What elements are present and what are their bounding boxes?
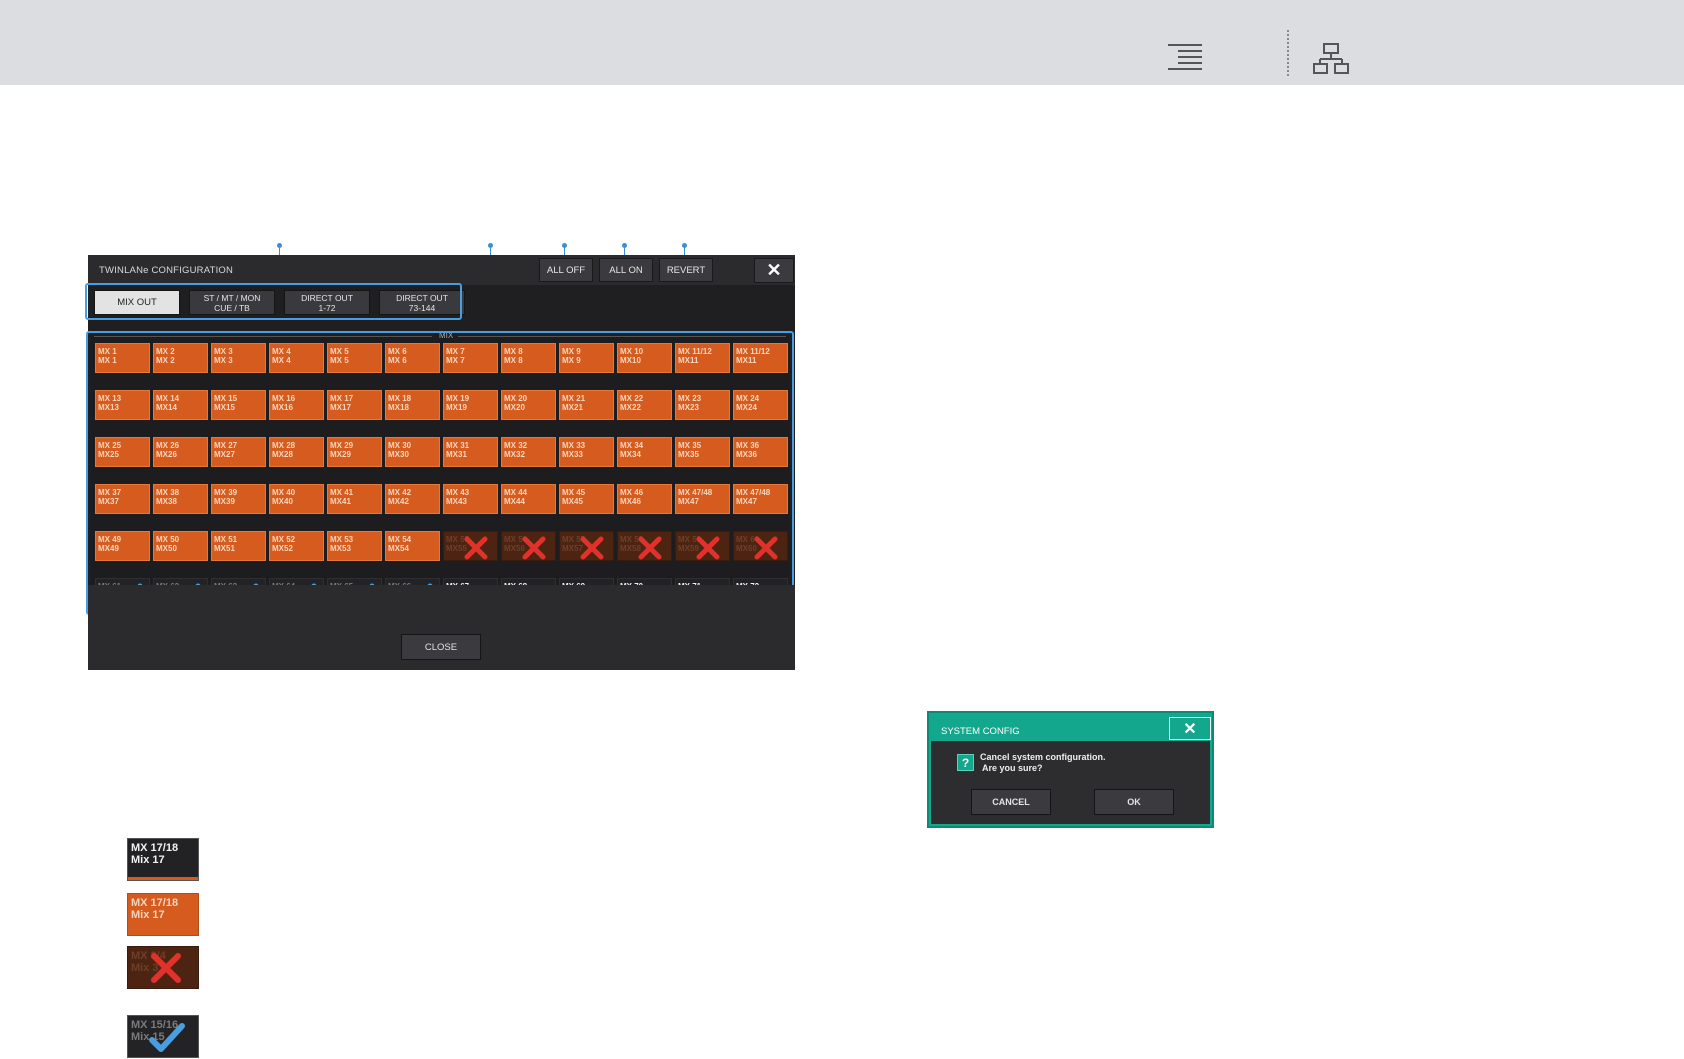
legend-cell-line1: MX 17/18 xyxy=(131,897,179,909)
legend-cell-line1: MX 17/18 xyxy=(131,842,179,854)
grid-highlight xyxy=(86,331,794,615)
all-off-button[interactable]: ALL OFF xyxy=(539,258,593,282)
twinlane-configuration-window: TWINLANe CONFIGURATION ALL OFF ALL ON RE… xyxy=(85,255,795,670)
system-config-dialog: SYSTEM CONFIG ✕ ? Cancel system configur… xyxy=(927,711,1214,828)
callout-dot-revert xyxy=(682,243,687,248)
dialog-message-line1: Cancel system configuration. xyxy=(980,752,1106,762)
callout-dot-all-on xyxy=(622,243,627,248)
legend-cell-off: MX 17/18 Mix 17 xyxy=(127,838,199,881)
table-of-contents-icon[interactable] xyxy=(1168,44,1202,72)
all-on-button[interactable]: ALL ON xyxy=(599,258,653,282)
legend-cell-checked: MX 15/16 Mix 15 xyxy=(127,1015,199,1058)
tabs-highlight xyxy=(85,283,462,320)
dialog-message-line2: Are you sure? xyxy=(982,763,1043,773)
sitemap-icon[interactable] xyxy=(1313,43,1349,75)
cancel-button[interactable]: CANCEL xyxy=(971,789,1051,815)
dialog-title: SYSTEM CONFIG xyxy=(941,726,1020,737)
close-button[interactable]: CLOSE xyxy=(401,634,481,660)
legend-cell-unavailable: MX 3/4 Mix 3 xyxy=(127,946,199,989)
close-icon[interactable]: ✕ xyxy=(1169,717,1211,740)
callout-dot-all-off xyxy=(562,243,567,248)
question-icon: ? xyxy=(957,754,974,771)
legend-cell-line2: Mix 17 xyxy=(131,854,165,866)
legend-cell-line2: Mix 17 xyxy=(131,909,165,921)
toolbar-divider xyxy=(1287,30,1289,76)
ok-button[interactable]: OK xyxy=(1094,789,1174,815)
top-bar xyxy=(0,0,1684,85)
callout-dot-grid xyxy=(488,243,493,248)
window-title: TWINLANe CONFIGURATION xyxy=(99,265,234,276)
dialog-body: ? Cancel system configuration. Are you s… xyxy=(931,741,1210,824)
check-mark-icon xyxy=(149,1023,185,1052)
legend-cell-on: MX 17/18 Mix 17 xyxy=(127,893,199,936)
dialog-message: Cancel system configuration. Are you sur… xyxy=(980,752,1106,774)
callout-dot-tabs xyxy=(277,243,282,248)
x-mark-icon xyxy=(151,953,181,983)
close-icon[interactable]: ✕ xyxy=(754,258,794,283)
revert-button[interactable]: REVERT xyxy=(659,258,713,282)
